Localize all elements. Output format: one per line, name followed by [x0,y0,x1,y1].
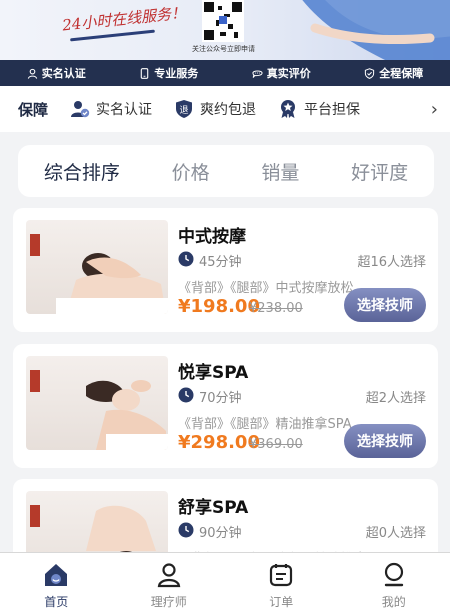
banner-illustration [302,0,450,60]
guarantee-item-verified: 实名认证 [70,99,152,119]
feature-label: 实名认证 [41,67,86,80]
guarantee-label: 平台担保 [304,102,361,118]
service-duration: 45分钟 [199,255,242,270]
home-icon [45,564,68,586]
bottom-tab-bar: 首页 理疗师 订单 我的 [0,552,450,616]
service-name: 悦享SPA [178,363,249,383]
phone-icon [140,67,149,79]
service-price: ¥198.00 [178,296,260,317]
select-therapist-button[interactable]: 选择技师 [344,288,426,322]
tab-rating[interactable]: 好评度 [351,158,408,185]
tab-label: 我的 [381,595,406,609]
guarantee-title: 保障 [18,100,49,119]
service-chosen-count: 超16人选择 [357,255,426,270]
service-duration: 90分钟 [199,526,242,541]
feature-item: 专业服务 [139,65,198,81]
feature-item: 实名认证 [27,65,86,81]
tab-therapist[interactable]: 理疗师 [113,553,226,616]
guarantee-item-escrow: 平台担保 [278,99,360,119]
service-name: 舒享SPA [178,498,249,518]
service-card[interactable]: 悦享SPA 70分钟 超2人选择 《背部》《腿部》精油推拿SPA ¥298.00… [13,344,438,468]
clock-icon [178,387,194,403]
shield-icon [365,67,375,79]
feature-label: 专业服务 [154,67,199,80]
service-original-price: ¥238.00 [249,301,303,316]
service-chosen-count: 超2人选择 [365,391,426,406]
service-duration: 70分钟 [199,391,242,406]
service-price: ¥298.00 [178,432,260,453]
guarantee-label: 爽约包退 [200,102,257,118]
therapist-icon [157,563,180,588]
guarantee-item-refund: 退 爽约包退 [174,99,256,119]
tab-comprehensive[interactable]: 综合排序 [44,158,120,185]
feature-strip: 实名认证 专业服务 真实评价 全程保障 [0,60,450,86]
qr-caption: 关注公众号立即申请 [192,45,255,53]
tab-label: 订单 [269,595,294,609]
tab-price[interactable]: 价格 [172,158,210,185]
tab-label: 首页 [44,595,69,609]
service-name: 中式按摩 [178,227,246,247]
badge-star-icon [281,100,296,118]
service-chosen-count: 超0人选择 [365,526,426,541]
user-icon [27,68,37,79]
banner-slogan: 24小时在线服务！ [61,3,187,35]
guarantee-row[interactable]: 保障 实名认证 退 爽约包退 平台担保 › [0,86,450,132]
service-photo [26,356,168,450]
tab-orders[interactable]: 订单 [225,553,338,616]
tab-profile[interactable]: 我的 [338,553,450,616]
tab-sales[interactable]: 销量 [261,158,299,185]
qr-code [202,0,244,42]
service-photo [26,220,168,314]
verified-user-icon [71,101,90,118]
orders-icon [270,564,293,587]
clock-icon [178,522,194,538]
feature-label: 全程保障 [379,67,424,80]
clock-icon [178,251,194,267]
chevron-right-icon[interactable]: › [431,99,438,120]
promo-banner[interactable]: 24小时在线服务！ 关注公众号立即申请 [0,0,450,60]
sort-tabs: 综合排序 价格 销量 好评度 [18,145,434,197]
tab-label: 理疗师 [150,595,187,609]
svg-text:退: 退 [180,105,189,116]
feature-label: 真实评价 [266,67,311,80]
service-original-price: ¥369.00 [249,437,303,452]
refund-shield-icon: 退 [176,100,193,118]
feature-item: 全程保障 [364,65,423,81]
profile-icon [384,562,403,587]
guarantee-label: 实名认证 [96,102,153,118]
chat-icon [252,69,263,78]
service-card[interactable]: 中式按摩 45分钟 超16人选择 《背部》《腿部》中式按摩放松 ¥198.00 … [13,208,438,332]
tab-home[interactable]: 首页 [0,553,113,616]
select-therapist-button[interactable]: 选择技师 [344,424,426,458]
feature-item: 真实评价 [252,65,311,81]
